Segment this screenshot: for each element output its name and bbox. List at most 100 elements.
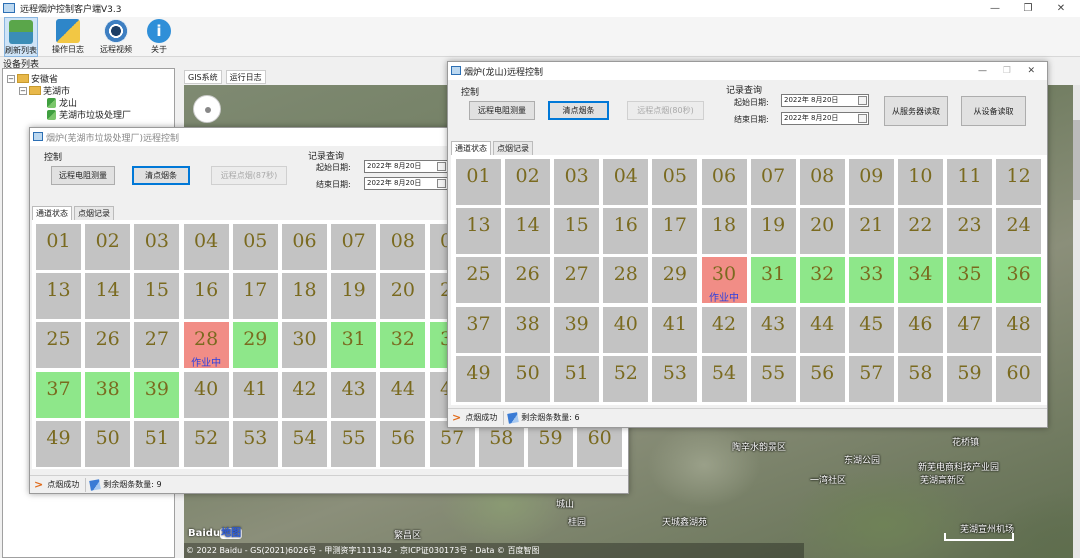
channel-cell-56[interactable]: 56 <box>380 420 426 467</box>
channel-cell-09[interactable]: 09 <box>848 159 894 205</box>
channel-cell-50[interactable]: 50 <box>85 420 131 467</box>
channel-cell-30[interactable]: 30 <box>282 322 327 369</box>
channel-cell-49[interactable]: 49 <box>36 420 81 467</box>
remote-ignite-button[interactable]: 远程点烟(87秒) <box>211 166 287 185</box>
channel-cell-38[interactable]: 38 <box>85 371 131 418</box>
channel-cell-01[interactable]: 01 <box>456 159 501 205</box>
tree-node-waste-plant[interactable]: 芜湖市垃圾处理厂 <box>47 108 131 121</box>
channel-cell-28[interactable]: 28 作业中 <box>183 322 229 369</box>
channel-cell-27[interactable]: 27 <box>134 322 180 369</box>
channel-cell-16[interactable]: 16 <box>183 273 229 320</box>
channel-cell-51[interactable]: 51 <box>554 355 600 402</box>
channel-cell-07[interactable]: 07 <box>331 224 377 270</box>
channel-cell-21[interactable]: 21 <box>848 208 894 255</box>
channel-cell-15[interactable]: 15 <box>134 273 180 320</box>
channel-cell-37[interactable]: 37 <box>456 306 501 353</box>
channel-cell-07[interactable]: 07 <box>750 159 796 205</box>
channel-cell-26[interactable]: 26 <box>85 322 131 369</box>
channel-cell-32[interactable]: 32 <box>799 257 845 304</box>
channel-cell-46[interactable]: 46 <box>897 306 943 353</box>
channel-cell-39[interactable]: 39 <box>134 371 180 418</box>
channel-cell-43[interactable]: 43 <box>750 306 796 353</box>
channel-cell-45[interactable]: 45 <box>848 306 894 353</box>
end-date-picker[interactable]: 2022年 8月20日 <box>364 177 448 190</box>
channel-cell-56[interactable]: 56 <box>799 355 845 402</box>
restore-button[interactable]: ❐ <box>1013 0 1043 17</box>
minimize-button[interactable]: — <box>980 0 1010 17</box>
end-date-picker[interactable]: 2022年 8月20日 <box>781 112 869 125</box>
channel-cell-12[interactable]: 12 <box>996 159 1042 205</box>
channel-cell-29[interactable]: 29 <box>232 322 278 369</box>
channel-cell-42[interactable]: 42 <box>701 306 747 353</box>
channel-cell-49[interactable]: 49 <box>456 355 501 402</box>
channel-cell-31[interactable]: 31 <box>331 322 377 369</box>
channel-cell-27[interactable]: 27 <box>554 257 600 304</box>
channel-cell-40[interactable]: 40 <box>183 371 229 418</box>
channel-cell-06[interactable]: 06 <box>282 224 327 270</box>
channel-cell-38[interactable]: 38 <box>505 306 551 353</box>
channel-cell-03[interactable]: 03 <box>554 159 600 205</box>
channel-cell-22[interactable]: 22 <box>897 208 943 255</box>
channel-cell-02[interactable]: 02 <box>505 159 551 205</box>
close-button[interactable]: ✕ <box>1046 0 1076 17</box>
channel-cell-52[interactable]: 52 <box>603 355 649 402</box>
channel-cell-16[interactable]: 16 <box>603 208 649 255</box>
maximize-button[interactable]: ❐ <box>1003 62 1011 80</box>
channel-cell-35[interactable]: 35 <box>947 257 992 304</box>
close-button[interactable]: ✕ <box>1027 62 1035 80</box>
collapse-icon[interactable]: − <box>7 74 15 83</box>
channel-cell-03[interactable]: 03 <box>134 224 180 270</box>
channel-cell-14[interactable]: 14 <box>505 208 551 255</box>
start-date-picker[interactable]: 2022年 8月20日 <box>781 94 869 107</box>
channel-cell-28[interactable]: 28 <box>603 257 649 304</box>
channel-cell-30[interactable]: 30 作业中 <box>701 257 747 304</box>
clear-count-button[interactable]: 清点烟条 <box>132 166 190 185</box>
remote-video-button[interactable]: 远程视频 <box>99 17 133 57</box>
channel-cell-08[interactable]: 08 <box>799 159 845 205</box>
channel-cell-26[interactable]: 26 <box>505 257 551 304</box>
channel-cell-33[interactable]: 33 <box>848 257 894 304</box>
channel-cell-55[interactable]: 55 <box>331 420 377 467</box>
map-navigation-control[interactable] <box>193 95 221 123</box>
channel-cell-53[interactable]: 53 <box>652 355 698 402</box>
resistance-measure-button[interactable]: 远程电阻测量 <box>51 166 115 185</box>
tab-ignite-records[interactable]: 点烟记录 <box>74 206 114 220</box>
channel-cell-43[interactable]: 43 <box>331 371 377 418</box>
channel-cell-19[interactable]: 19 <box>750 208 796 255</box>
channel-cell-14[interactable]: 14 <box>85 273 131 320</box>
clear-count-button[interactable]: 清点烟条 <box>548 101 609 120</box>
channel-cell-52[interactable]: 52 <box>183 420 229 467</box>
collapse-icon[interactable]: − <box>19 86 27 95</box>
channel-cell-34[interactable]: 34 <box>897 257 943 304</box>
channel-cell-20[interactable]: 20 <box>799 208 845 255</box>
tab-run-log[interactable]: 运行日志 <box>225 70 266 84</box>
resistance-measure-button[interactable]: 远程电阻测量 <box>469 101 535 120</box>
channel-cell-44[interactable]: 44 <box>380 371 426 418</box>
tab-ignite-records[interactable]: 点烟记录 <box>493 141 533 155</box>
channel-cell-17[interactable]: 17 <box>232 273 278 320</box>
channel-cell-13[interactable]: 13 <box>456 208 501 255</box>
channel-cell-41[interactable]: 41 <box>232 371 278 418</box>
channel-cell-13[interactable]: 13 <box>36 273 81 320</box>
channel-cell-29[interactable]: 29 <box>652 257 698 304</box>
channel-cell-55[interactable]: 55 <box>750 355 796 402</box>
channel-cell-08[interactable]: 08 <box>380 224 426 270</box>
channel-cell-25[interactable]: 25 <box>456 257 501 304</box>
channel-cell-04[interactable]: 04 <box>603 159 649 205</box>
channel-cell-51[interactable]: 51 <box>134 420 180 467</box>
channel-cell-36[interactable]: 36 <box>996 257 1042 304</box>
channel-cell-02[interactable]: 02 <box>85 224 131 270</box>
channel-cell-50[interactable]: 50 <box>505 355 551 402</box>
channel-cell-17[interactable]: 17 <box>652 208 698 255</box>
vertical-scrollbar[interactable] <box>1073 85 1080 558</box>
channel-cell-41[interactable]: 41 <box>652 306 698 353</box>
about-button[interactable]: i 关于 <box>142 17 176 57</box>
tab-channel-status[interactable]: 通道状态 <box>32 206 72 220</box>
tab-channel-status[interactable]: 通道状态 <box>451 141 491 155</box>
minimize-button[interactable]: — <box>978 62 987 80</box>
channel-cell-42[interactable]: 42 <box>282 371 327 418</box>
channel-cell-25[interactable]: 25 <box>36 322 81 369</box>
channel-cell-10[interactable]: 10 <box>897 159 943 205</box>
channel-cell-57[interactable]: 57 <box>848 355 894 402</box>
channel-cell-37[interactable]: 37 <box>36 371 81 418</box>
